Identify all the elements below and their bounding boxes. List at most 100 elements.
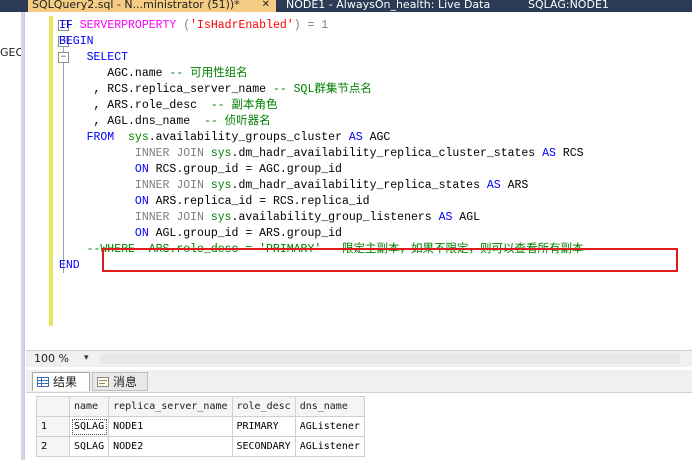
code-token: , ARS.role_desc: [59, 99, 211, 112]
column-header-dns-name[interactable]: dns_name: [294, 396, 365, 417]
code-line[interactable]: , ARS.role_desc -- 副本角色: [59, 98, 278, 114]
code-token: (: [176, 19, 191, 32]
code-token: .availability_groups_cluster: [148, 131, 349, 144]
grid-cell[interactable]: NODE2: [108, 436, 233, 457]
code-token: INNER JOIN: [59, 179, 211, 192]
grid-cell[interactable]: AGListener: [294, 416, 365, 437]
code-token: AS: [348, 131, 363, 144]
code-line[interactable]: FROM sys.availability_groups_cluster AS …: [59, 130, 391, 146]
document-tab-bar: SQLQuery2.sql - N...ministrator (51))* ✕…: [0, 0, 692, 12]
code-token: AS: [486, 179, 501, 192]
code-token: AGC.name: [59, 67, 170, 80]
tab-sqlquery2-label: SQLQuery2.sql - N...ministrator (51))*: [32, 0, 240, 11]
code-token: -- 侦听器名: [203, 115, 271, 128]
code-token: IF: [59, 19, 80, 32]
code-token: .dm_hadr_availability_replica_states: [231, 179, 487, 192]
code-token: SERVERPROPERTY: [79, 19, 177, 32]
code-token: sys: [210, 211, 232, 224]
column-header-role-desc[interactable]: role_desc: [231, 396, 296, 417]
code-line[interactable]: BEGIN: [59, 34, 94, 50]
code-line[interactable]: AGC.name -- 可用性组名: [59, 66, 248, 82]
code-line[interactable]: ON AGL.group_id = ARS.group_id: [59, 226, 342, 242]
grid-cell[interactable]: SECONDARY: [231, 436, 296, 457]
horizontal-scrollbar[interactable]: [100, 354, 680, 364]
chevron-down-icon[interactable]: ▾: [84, 353, 89, 363]
code-token: RCS: [555, 147, 584, 160]
code-line[interactable]: IF SERVERPROPERTY ('IsHadrEnabled') = 1: [59, 18, 328, 34]
code-token: 'IsHadrEnabled': [190, 19, 294, 32]
grid-cell[interactable]: SQLAG: [68, 416, 110, 437]
code-token: INNER JOIN: [59, 211, 211, 224]
code-line[interactable]: , RCS.replica_server_name -- SQL群集节点名: [59, 82, 372, 98]
code-token: FROM: [59, 131, 122, 144]
column-header-replica-server-name[interactable]: replica_server_name: [108, 396, 233, 417]
row-number[interactable]: 2: [36, 436, 70, 457]
code-token: AS: [438, 211, 453, 224]
code-token: ON: [59, 163, 156, 176]
code-token: , AGL.dns_name: [59, 115, 204, 128]
tab-sqlquery2[interactable]: SQLQuery2.sql - N...ministrator (51))* ✕: [28, 0, 276, 12]
code-token: sys: [210, 179, 232, 192]
zoom-level[interactable]: 100 %: [34, 352, 69, 365]
code-token: ) = 1: [293, 19, 329, 32]
tab-alwayson-health-label: NODE1 - AlwaysOn_health: Live Data: [286, 0, 491, 11]
code-line[interactable]: , AGL.dns_name -- 侦听器名: [59, 114, 271, 130]
code-token: SELECT: [59, 51, 129, 64]
code-line[interactable]: ON RCS.group_id = AGC.group_id: [59, 162, 342, 178]
results-grid[interactable]: name replica_server_name role_desc dns_n…: [36, 396, 365, 457]
code-token: AS: [542, 147, 556, 160]
code-token: END: [59, 259, 80, 272]
tab-results-label: 结果: [53, 375, 78, 389]
tab-sqlag-node1-label: SQLAG:NODE1: [528, 0, 609, 11]
code-line[interactable]: ON ARS.replica_id = RCS.replica_id: [59, 194, 370, 210]
code-token: -- SQL群集节点名: [272, 83, 372, 96]
code-token: sys: [121, 131, 149, 144]
grid-header-row: name replica_server_name role_desc dns_n…: [36, 396, 365, 417]
code-token: RCS.group_id = AGC.group_id: [155, 163, 342, 176]
object-explorer-panel: GEO: [0, 12, 25, 460]
code-token: ON: [59, 227, 156, 240]
tab-alwayson-health[interactable]: NODE1 - AlwaysOn_health: Live Data: [286, 0, 490, 12]
results-tab-bar: 结果 消息: [26, 370, 692, 393]
code-line[interactable]: INNER JOIN sys.availability_group_listen…: [59, 210, 480, 226]
editor-status-bar: 100 % ▾: [26, 350, 692, 367]
grid-icon: [37, 377, 49, 387]
code-token: ON: [59, 195, 156, 208]
tab-messages[interactable]: 消息: [92, 372, 148, 391]
code-line[interactable]: INNER JOIN sys.dm_hadr_availability_repl…: [59, 178, 528, 194]
tab-results[interactable]: 结果: [32, 372, 90, 391]
code-line[interactable]: INNER JOIN sys.dm_hadr_availability_repl…: [59, 146, 584, 162]
column-header-name[interactable]: name: [68, 396, 110, 417]
grid-cell[interactable]: SQLAG: [68, 436, 110, 457]
table-row[interactable]: 2 SQLAG NODE2 SECONDARY AGListener: [36, 436, 365, 457]
code-token: ARS.replica_id = RCS.replica_id: [155, 195, 370, 208]
code-token: AGL: [452, 211, 481, 224]
changed-lines-marker: [49, 16, 53, 326]
message-icon: [97, 377, 109, 387]
code-token: AGC: [362, 131, 391, 144]
code-token: .availability_group_listeners: [231, 211, 439, 224]
grid-corner[interactable]: [36, 396, 70, 417]
table-row[interactable]: 1 SQLAG NODE1 PRIMARY AGListener: [36, 416, 365, 437]
code-token: AGL.group_id = ARS.group_id: [155, 227, 342, 240]
grid-cell[interactable]: NODE1: [108, 416, 233, 437]
panel-splitter[interactable]: [21, 12, 24, 460]
grid-cell[interactable]: PRIMARY: [231, 416, 296, 437]
code-token: INNER JOIN: [59, 147, 211, 160]
code-token: sys: [210, 147, 232, 160]
close-icon[interactable]: ✕: [262, 0, 270, 10]
tab-messages-label: 消息: [113, 375, 138, 389]
code-token: BEGIN: [59, 35, 94, 48]
query-editor[interactable]: − − − IF SERVERPROPERTY ('IsHadrEnabled'…: [26, 12, 692, 350]
code-token: -- 可用性组名: [169, 67, 248, 80]
code-token: ARS: [500, 179, 529, 192]
tab-sqlag-node1[interactable]: SQLAG:NODE1: [528, 0, 609, 12]
code-line[interactable]: END: [59, 258, 80, 274]
code-token: .dm_hadr_availability_replica_cluster_st…: [231, 147, 543, 160]
results-grid-panel: name replica_server_name role_desc dns_n…: [26, 393, 692, 460]
code-line[interactable]: SELECT: [59, 50, 128, 66]
annotation-highlight-box: [102, 248, 678, 272]
code-token: -- 副本角色: [210, 99, 278, 112]
row-number[interactable]: 1: [36, 416, 70, 437]
grid-cell[interactable]: AGListener: [294, 436, 365, 457]
